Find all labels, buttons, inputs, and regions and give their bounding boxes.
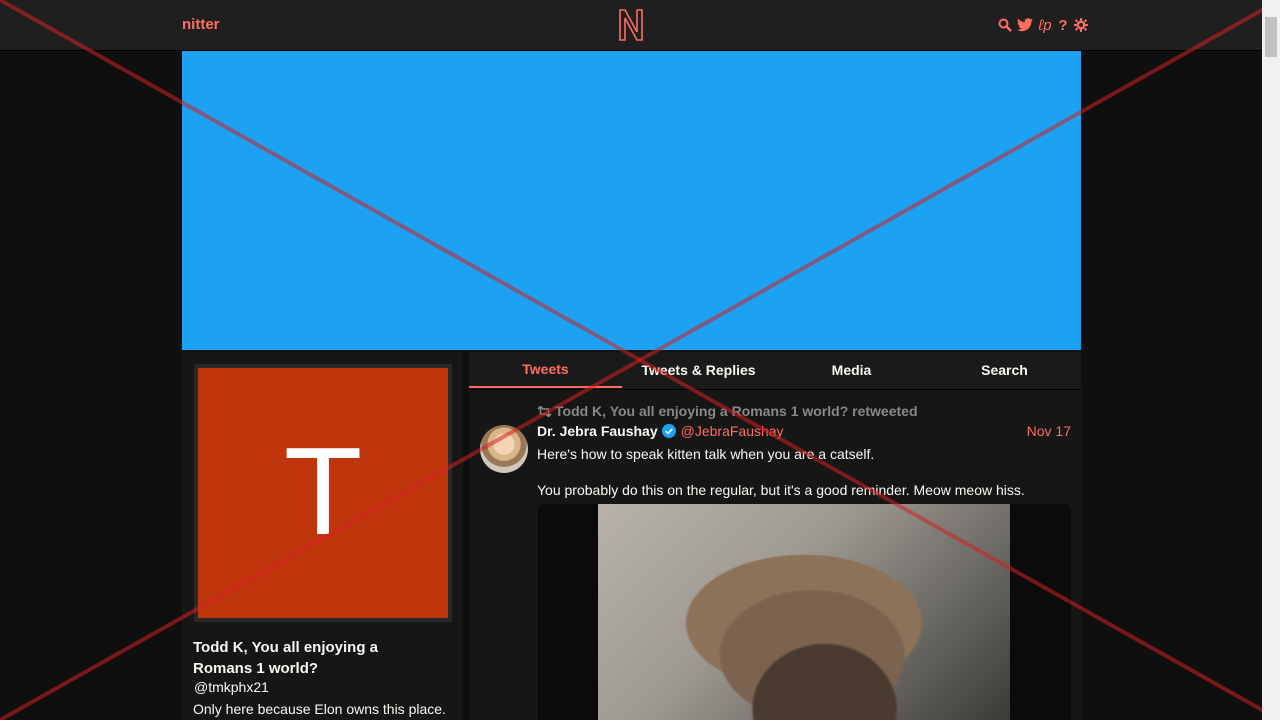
profile-card: T Todd K, You all enjoying a Romans 1 wo… [182,352,463,720]
retweet-header: Todd K, You all enjoying a Romans 1 worl… [537,403,918,419]
verified-icon [661,424,676,438]
nitter-logo-icon[interactable] [617,8,645,42]
timeline: Tweets Tweets & Replies Media Search Tod… [469,352,1081,720]
tab-tweets-replies[interactable]: Tweets & Replies [622,352,775,388]
tweet-text-line: Here's how to speak kitten talk when you… [537,446,875,462]
tab-tweets[interactable]: Tweets [469,352,622,388]
tweet-media-image[interactable] [598,504,1010,720]
retweet-icon [537,405,552,417]
tweet-date[interactable]: Nov 17 [1027,423,1071,439]
tab-search[interactable]: Search [928,352,1081,388]
tweet[interactable]: Todd K, You all enjoying a Romans 1 worl… [469,390,1081,720]
lp-icon[interactable]: ℓp [1038,16,1052,34]
avatar-letter: T [198,368,448,618]
tweet-author-avatar[interactable] [480,425,528,473]
profile-bio: Only here because Elon owns this place. [193,701,446,717]
tweet-media[interactable] [538,504,1071,720]
search-icon[interactable] [998,16,1012,34]
tweet-text-line: You probably do this on the regular, but… [537,482,1025,498]
nav-icons: ℓp ? [998,15,1088,35]
navbar: nitter ℓp ? [0,0,1262,51]
tweet-header: Dr. Jebra Faushay @JebraFaushay Nov 17 [537,423,1071,439]
tweet-author-handle[interactable]: @JebraFaushay [681,423,784,439]
scrollbar-thumb[interactable] [1265,17,1277,57]
tab-media[interactable]: Media [775,352,928,388]
page-scrollbar[interactable] [1262,0,1280,720]
profile-avatar[interactable]: T [194,364,452,622]
gear-icon[interactable] [1074,16,1088,34]
help-icon[interactable]: ? [1056,16,1070,34]
retweet-header-text[interactable]: Todd K, You all enjoying a Romans 1 worl… [555,403,918,419]
profile-fullname: Todd K, You all enjoying a Romans 1 worl… [193,639,379,677]
twitter-icon[interactable] [1016,16,1034,34]
profile-banner[interactable] [182,51,1081,350]
profile-username[interactable]: @tmkphx21 [194,679,269,695]
timeline-tabs: Tweets Tweets & Replies Media Search [469,352,1081,390]
tweet-author-name[interactable]: Dr. Jebra Faushay [537,423,658,439]
nitter-home-link[interactable]: nitter [182,16,220,33]
